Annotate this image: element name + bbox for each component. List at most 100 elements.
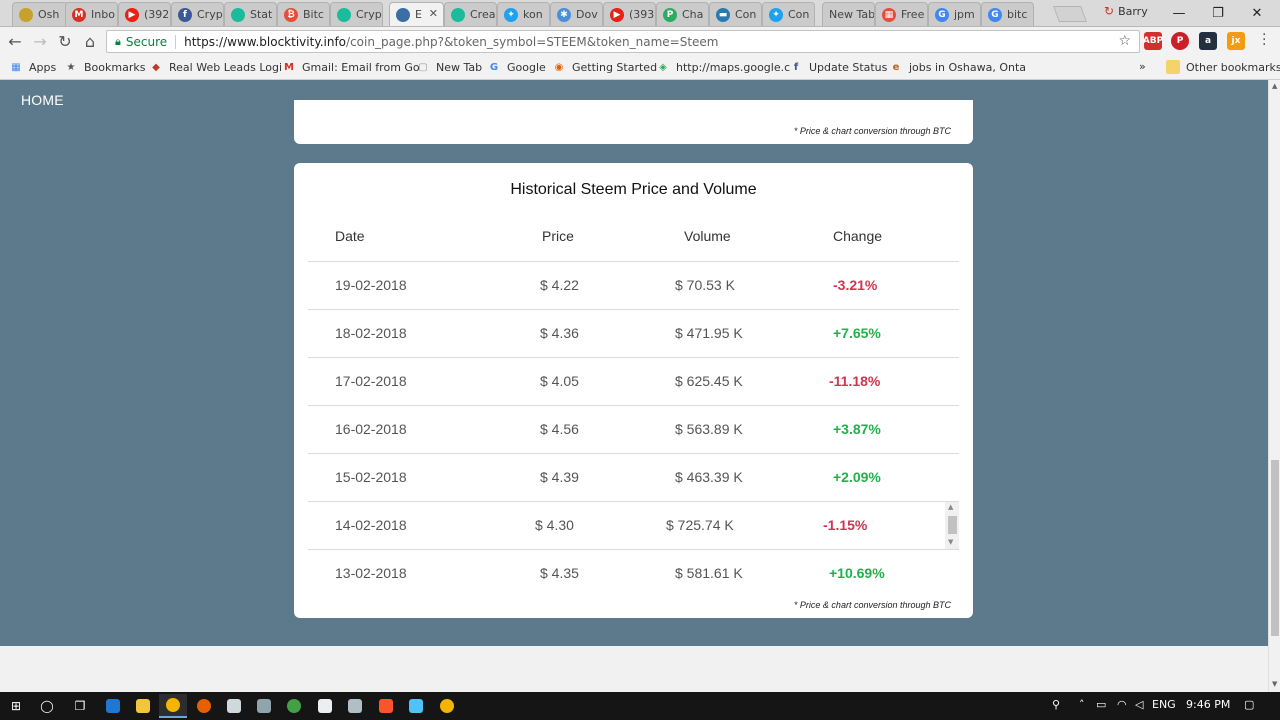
folder-icon xyxy=(1166,60,1180,74)
bookmark-label: Real Web Leads Logi xyxy=(169,60,283,74)
cell-date: 16-02-2018 xyxy=(335,421,407,437)
edge-icon[interactable] xyxy=(102,696,124,716)
bookmark-item[interactable]: ◆ Real Web Leads Logi xyxy=(149,60,282,74)
chrome-taskbar-icon[interactable] xyxy=(159,694,187,718)
chrome-menu-icon[interactable]: · · · xyxy=(1262,28,1266,52)
browser-tab[interactable]: f Cryp xyxy=(171,2,224,26)
cell-price: $ 4.36 xyxy=(540,325,579,341)
cortana-icon[interactable]: ◯ xyxy=(36,696,58,716)
clock[interactable]: 9:46 PM xyxy=(1186,698,1230,711)
address-bar[interactable]: 🔒︎ Secure https://www.blocktivity.info/c… xyxy=(106,30,1140,53)
bookmark-item[interactable]: ◉ Getting Started xyxy=(552,60,657,74)
scrollbar-thumb[interactable] xyxy=(1271,460,1279,636)
browser-tab[interactable]: Osh xyxy=(12,2,69,26)
browser-tab[interactable]: P Cha xyxy=(656,2,709,26)
firefox-icon[interactable] xyxy=(193,696,215,716)
home-nav-link[interactable]: HOME xyxy=(21,92,64,108)
tab-title: Stat xyxy=(250,8,273,21)
tab-title: E xyxy=(415,8,422,21)
browser-tab[interactable]: ✦ Con xyxy=(762,2,815,26)
minimize-button[interactable]: — xyxy=(1160,0,1198,26)
browser-tab[interactable]: ▬ Con xyxy=(709,2,762,26)
bookmark-star-icon[interactable]: ☆ xyxy=(1118,33,1131,49)
cell-price: $ 4.39 xyxy=(540,469,579,485)
browser-tab[interactable]: ▶ (393 xyxy=(603,2,656,26)
home-icon[interactable]: ⌂ xyxy=(80,31,100,51)
browser-tab[interactable]: New Tab xyxy=(822,2,875,26)
action-center-icon[interactable]: ▢ xyxy=(1244,698,1254,711)
brave-icon[interactable] xyxy=(375,696,397,716)
jx-extension-icon[interactable]: jx xyxy=(1227,32,1245,50)
chrome-alt-icon[interactable] xyxy=(436,696,458,716)
scroll-up-arrow-icon[interactable]: ▲ xyxy=(948,503,953,511)
browser-tab[interactable]: Crea xyxy=(444,2,497,26)
scroll-up-arrow-icon[interactable]: ▲ xyxy=(1272,82,1277,90)
browser-tab[interactable]: Stat xyxy=(224,2,277,26)
browser-tab[interactable]: ▶ (392 xyxy=(118,2,171,26)
adblock-extension-icon[interactable]: ABP xyxy=(1143,32,1163,50)
other-bookmarks-folder[interactable]: Other bookmarks xyxy=(1166,60,1280,74)
tab-title: jpm xyxy=(954,8,975,21)
bookmarks-overflow-button[interactable]: » xyxy=(1139,60,1146,73)
cell-volume: $ 463.39 K xyxy=(675,469,743,485)
bookmark-item[interactable]: f Update Status xyxy=(789,60,888,74)
back-arrow-icon[interactable]: ← xyxy=(5,31,25,51)
close-tab-icon[interactable]: ✕ xyxy=(429,7,438,20)
wifi-icon[interactable]: ◠ xyxy=(1117,698,1127,711)
tool-app-icon[interactable] xyxy=(253,696,275,716)
green-app-icon[interactable] xyxy=(283,696,305,716)
browser-tab[interactable]: E ✕ xyxy=(389,2,444,26)
tab-title: (392 xyxy=(144,8,170,21)
tab-title: (393 xyxy=(629,8,655,21)
browser-tab[interactable]: M Inbo xyxy=(65,2,118,26)
windows-start-icon[interactable]: ⊞ xyxy=(5,696,27,716)
bookmark-item[interactable]: ▦ Apps xyxy=(9,60,56,74)
bookmark-item[interactable]: ▢ New Tab xyxy=(416,60,482,74)
cell-date: 18-02-2018 xyxy=(335,325,407,341)
file-explorer-icon[interactable] xyxy=(132,696,154,716)
browser-tab[interactable]: ✦ kon xyxy=(497,2,550,26)
scroll-down-arrow-icon[interactable]: ▼ xyxy=(1272,680,1277,688)
reload-icon[interactable]: ↻ xyxy=(55,31,75,51)
volume-icon[interactable]: ◁ xyxy=(1135,698,1143,711)
bookmark-item[interactable]: ◈ http://maps.google.c xyxy=(656,60,790,74)
app-icon[interactable] xyxy=(405,696,427,716)
bookmark-item[interactable]: M Gmail: Email from Go xyxy=(282,60,420,74)
scrollbar-thumb[interactable] xyxy=(948,516,957,534)
browser-tab[interactable]: Gbitc xyxy=(981,2,1034,26)
people-icon[interactable]: ⚲ xyxy=(1052,698,1060,711)
task-view-icon[interactable]: ❐ xyxy=(69,696,91,716)
cell-date: 13-02-2018 xyxy=(335,565,407,581)
browser-tab[interactable]: ₿ Bitc xyxy=(277,2,330,26)
lock-icon: 🔒︎ xyxy=(115,34,121,48)
tab-favicon-icon xyxy=(231,7,245,22)
browser-tab[interactable]: Cryp xyxy=(330,2,383,26)
row-scrollbar[interactable]: ▲ ▼ xyxy=(945,502,959,550)
calculator-icon[interactable] xyxy=(344,696,366,716)
browser-tab[interactable]: Gjpm xyxy=(928,2,981,26)
tab-favicon-icon: G xyxy=(988,7,1002,22)
forward-arrow-icon[interactable]: → xyxy=(30,31,50,51)
bookmark-item[interactable]: e jobs in Oshawa, Onta xyxy=(889,60,1026,74)
language-indicator[interactable]: ENG xyxy=(1152,698,1176,711)
cell-volume: $ 625.45 K xyxy=(675,373,743,389)
tray-chevron-icon[interactable]: ˄ xyxy=(1079,698,1085,711)
pinterest-extension-icon[interactable]: P xyxy=(1171,32,1189,50)
url-text: https://www.blocktivity.info/coin_page.p… xyxy=(184,35,718,49)
new-tab-button[interactable] xyxy=(1053,6,1087,22)
scroll-down-arrow-icon[interactable]: ▼ xyxy=(948,538,953,546)
bookmark-item[interactable]: ★ Bookmarks xyxy=(64,60,146,74)
browser-tab[interactable]: ✱ Dov xyxy=(550,2,603,26)
amazon-extension-icon[interactable]: a xyxy=(1199,32,1217,50)
battery-icon[interactable]: ▭ xyxy=(1096,698,1106,711)
restore-button[interactable]: ❐ xyxy=(1199,0,1237,26)
cell-change: -3.21% xyxy=(833,277,878,293)
bookmark-item[interactable]: G Google xyxy=(487,60,546,74)
mail-icon[interactable] xyxy=(314,696,336,716)
url-host: https://www.blocktivity.info xyxy=(184,34,347,49)
close-window-button[interactable]: ✕ xyxy=(1238,0,1276,26)
profile-button[interactable]: ↻ Barry xyxy=(1104,4,1148,18)
page-scrollbar[interactable]: ▲ ▼ xyxy=(1268,80,1280,692)
notepad-icon[interactable] xyxy=(223,696,245,716)
browser-tab[interactable]: ▦ Free xyxy=(875,2,928,26)
